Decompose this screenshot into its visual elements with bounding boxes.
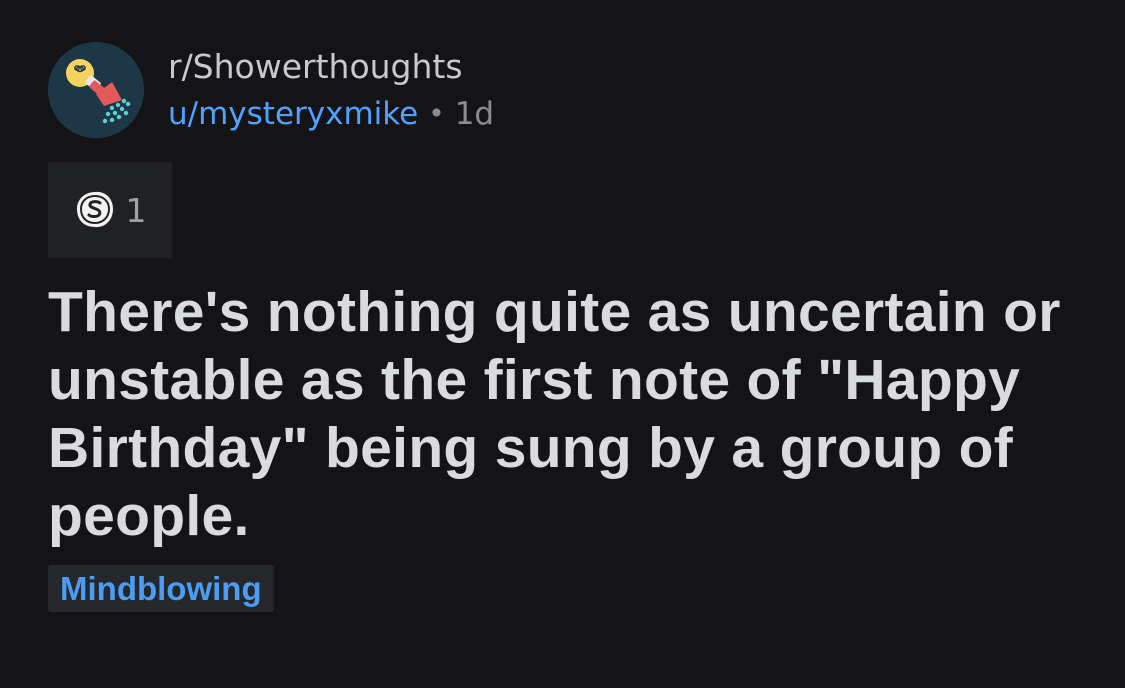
author-line: u/mysteryxmike • 1d: [168, 94, 494, 134]
award-button[interactable]: 1: [48, 162, 172, 258]
award-count: 1: [125, 190, 147, 230]
post-flair[interactable]: Mindblowing: [48, 565, 274, 612]
meta-separator: •: [428, 97, 445, 130]
post-meta: r/Showerthoughts u/mysteryxmike • 1d: [168, 42, 494, 138]
silver-award-icon: [74, 189, 116, 231]
author-link[interactable]: u/mysteryxmike: [168, 94, 418, 134]
post-title[interactable]: There's nothing quite as uncertain or un…: [48, 278, 1088, 550]
post-age: 1d: [454, 96, 495, 132]
post-header: r/Showerthoughts u/mysteryxmike • 1d: [48, 42, 494, 138]
subreddit-name[interactable]: r/Showerthoughts: [168, 46, 494, 88]
lightbulb-shower-icon: [48, 42, 144, 138]
subreddit-avatar[interactable]: [48, 42, 144, 138]
